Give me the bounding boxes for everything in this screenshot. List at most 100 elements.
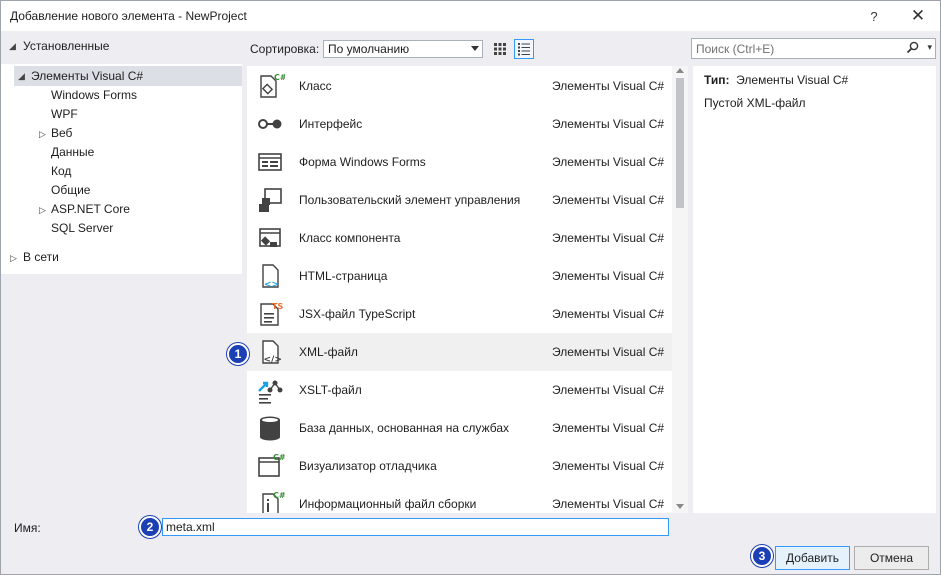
interface-icon [255, 109, 285, 139]
step-marker-3: 3 [751, 545, 773, 567]
template-item-name: JSX-файл TypeScript [299, 307, 416, 321]
tree-node-wpf[interactable]: WPF [51, 105, 78, 124]
window-title: Добавление нового элемента - NewProject [10, 9, 247, 23]
svg-text:C#: C# [273, 491, 285, 500]
windows-form-icon [255, 147, 285, 177]
collapsed-arrow-icon[interactable]: ▷ [39, 129, 46, 140]
step-marker-1: 1 [227, 343, 249, 365]
svg-text:C#: C# [273, 453, 285, 462]
database-icon [255, 413, 285, 443]
template-item-category: Элементы Visual C# [552, 421, 665, 435]
add-button[interactable]: Добавить [775, 546, 850, 570]
scroll-thumb[interactable] [676, 78, 684, 208]
expanded-arrow-icon[interactable]: ◢ [18, 71, 25, 82]
details-panel: Тип: Элементы Visual C# Пустой XML-файл [693, 66, 936, 513]
tree-node-general[interactable]: Общие [51, 181, 90, 200]
add-new-item-dialog: Добавление нового элемента - NewProject … [0, 0, 941, 575]
template-item-row[interactable]: XSLT-файл Элементы Visual C# [247, 371, 672, 409]
template-item-row[interactable]: <> HTML-страница Элементы Visual C# [247, 257, 672, 295]
template-item-row[interactable]: C# Класс Элементы Visual C# [247, 67, 672, 105]
categories-tree: ◢ Установленные ◢ Элементы Visual C# Win… [1, 32, 242, 512]
item-description: Пустой XML-файл [704, 96, 806, 110]
scroll-up-icon[interactable] [676, 68, 684, 73]
template-item-row[interactable]: База данных, основанная на службах Элемен… [247, 409, 672, 447]
template-item-category: Элементы Visual C# [552, 497, 665, 511]
template-item-name: Визуализатор отладчика [299, 459, 437, 473]
html-page-icon: <> [255, 261, 285, 291]
template-item-row[interactable]: C# Информационный файл сборки Элементы Vis… [247, 485, 672, 513]
template-item-category: Элементы Visual C# [552, 345, 665, 359]
typescript-jsx-icon: TS [255, 299, 285, 329]
component-class-icon [255, 223, 285, 253]
template-item-name: XML-файл [299, 345, 358, 359]
search-icon[interactable] [906, 41, 919, 57]
template-item-category: Элементы Visual C# [552, 307, 665, 321]
title-bar: Добавление нового элемента - NewProject … [1, 1, 940, 31]
template-item-category: Элементы Visual C# [552, 269, 665, 283]
tree-node-online[interactable]: В сети [23, 248, 59, 267]
template-item-category: Элементы Visual C# [552, 193, 665, 207]
expanded-arrow-icon[interactable]: ◢ [9, 41, 16, 52]
template-item-category: Элементы Visual C# [552, 155, 665, 169]
step-marker-2: 2 [139, 516, 161, 538]
template-item-name: База данных, основанная на службах [299, 421, 509, 435]
tree-node-aspnet-core[interactable]: ASP.NET Core [51, 200, 130, 219]
tree-node-code[interactable]: Код [51, 162, 71, 181]
xml-file-icon: </> [255, 337, 285, 367]
list-view-button[interactable] [514, 39, 534, 59]
template-item-row[interactable]: Пользовательский элемент управления Элеме… [247, 181, 672, 219]
svg-text:</>: </> [264, 355, 282, 365]
user-control-icon [255, 185, 285, 215]
type-label: Тип: [704, 73, 730, 87]
tree-node-windows-forms[interactable]: Windows Forms [51, 86, 137, 105]
template-item-row[interactable]: TS JSX-файл TypeScript Элементы Visual C# [247, 295, 672, 333]
collapsed-arrow-icon[interactable]: ▷ [10, 253, 17, 264]
tree-node-visual-csharp[interactable]: Элементы Visual C# [31, 67, 143, 86]
svg-text:<>: <> [264, 280, 279, 290]
scroll-down-icon[interactable] [676, 504, 684, 509]
template-item-category: Элементы Visual C# [552, 117, 665, 131]
search-options-icon[interactable]: ▾ [927, 42, 932, 53]
help-button[interactable]: ? [854, 1, 894, 31]
template-item-row[interactable]: </> XML-файл Элементы Visual C# [247, 333, 672, 371]
template-item-category: Элементы Visual C# [552, 383, 665, 397]
sort-value: По умолчанию [328, 42, 410, 56]
grid-view-button[interactable] [490, 39, 510, 59]
template-item-category: Элементы Visual C# [552, 79, 665, 93]
collapsed-arrow-icon[interactable]: ▷ [39, 205, 46, 216]
template-item-name: Класс компонента [299, 231, 401, 245]
template-item-row[interactable]: Класс компонента Элементы Visual C# [247, 219, 672, 257]
tree-node-data[interactable]: Данные [51, 143, 94, 162]
template-item-category: Элементы Visual C# [552, 231, 665, 245]
template-item-name: Пользовательский элемент управления [299, 193, 521, 207]
sort-dropdown[interactable]: По умолчанию [323, 40, 483, 58]
tree-node-sql-server[interactable]: SQL Server [51, 219, 113, 238]
template-item-name: Информационный файл сборки [299, 497, 477, 511]
assembly-info-icon: C# [255, 489, 286, 513]
grid-view-icon [494, 43, 506, 55]
cancel-button[interactable]: Отмена [854, 546, 929, 570]
template-item-category: Элементы Visual C# [552, 459, 665, 473]
list-view-icon [518, 43, 530, 56]
name-label: Имя: [14, 521, 41, 535]
svg-text:TS: TS [272, 302, 283, 311]
template-item-row[interactable]: Форма Windows Forms Элементы Visual C# [247, 143, 672, 181]
search-placeholder: Поиск (Ctrl+E) [696, 42, 775, 56]
tree-node-web[interactable]: Веб [51, 124, 72, 143]
template-item-name: Форма Windows Forms [299, 155, 426, 169]
class-icon: C# [255, 71, 287, 101]
close-button[interactable]: ✕ [898, 1, 938, 31]
debugger-visualizer-icon: C# [255, 451, 286, 481]
xslt-file-icon [255, 375, 285, 405]
template-item-row[interactable]: Интерфейс Элементы Visual C# [247, 105, 672, 143]
chevron-down-icon [471, 46, 479, 51]
template-item-name: Интерфейс [299, 117, 363, 131]
template-item-name: Класс [299, 79, 332, 93]
name-input[interactable] [162, 518, 669, 536]
template-item-row[interactable]: C# Визуализатор отладчика Элементы Visual … [247, 447, 672, 485]
search-box[interactable]: Поиск (Ctrl+E) ▾ [691, 38, 936, 59]
templates-list: C# Класс Элементы Visual C# Интерфейс Элемен… [247, 66, 688, 513]
type-value: Элементы Visual C# [736, 73, 849, 87]
vertical-scrollbar[interactable] [672, 66, 688, 513]
tree-node-installed[interactable]: Установленные [23, 37, 109, 56]
